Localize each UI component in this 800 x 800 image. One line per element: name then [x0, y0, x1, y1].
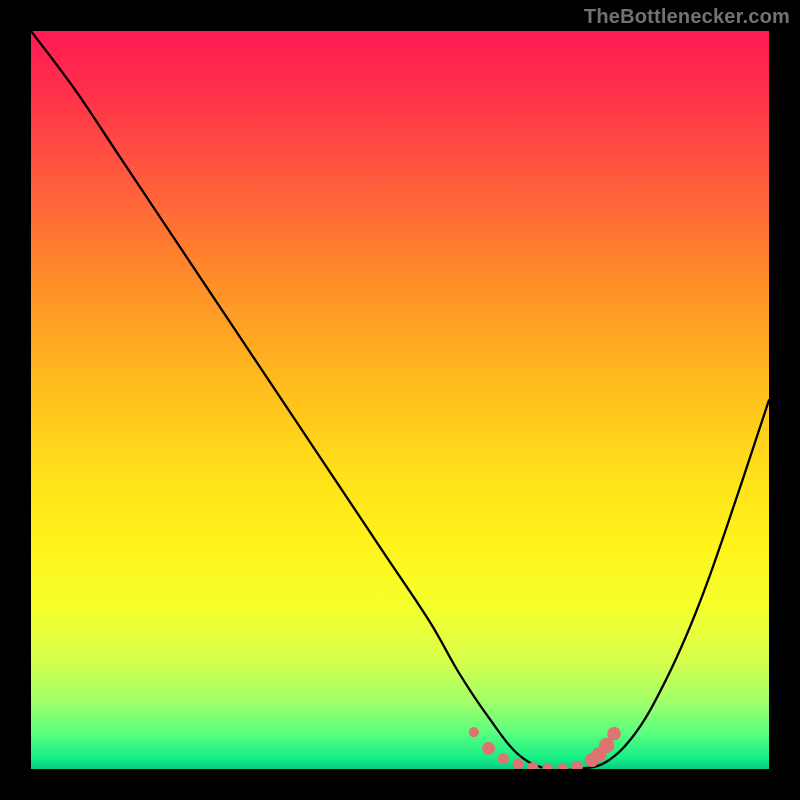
highlight-marker [469, 727, 479, 737]
highlight-markers [469, 727, 621, 769]
chart-frame: TheBottlenecker.com [0, 0, 800, 800]
highlight-marker [599, 738, 614, 753]
highlight-marker [527, 762, 538, 769]
highlight-marker [542, 764, 553, 769]
highlight-marker [571, 761, 583, 769]
highlight-marker [498, 753, 509, 764]
attribution-label: TheBottlenecker.com [584, 6, 790, 29]
highlight-marker [557, 764, 568, 769]
marker-svg [31, 31, 769, 769]
highlight-marker [513, 758, 524, 769]
highlight-marker [482, 742, 495, 755]
plot-area [31, 31, 769, 769]
highlight-marker [607, 727, 620, 740]
